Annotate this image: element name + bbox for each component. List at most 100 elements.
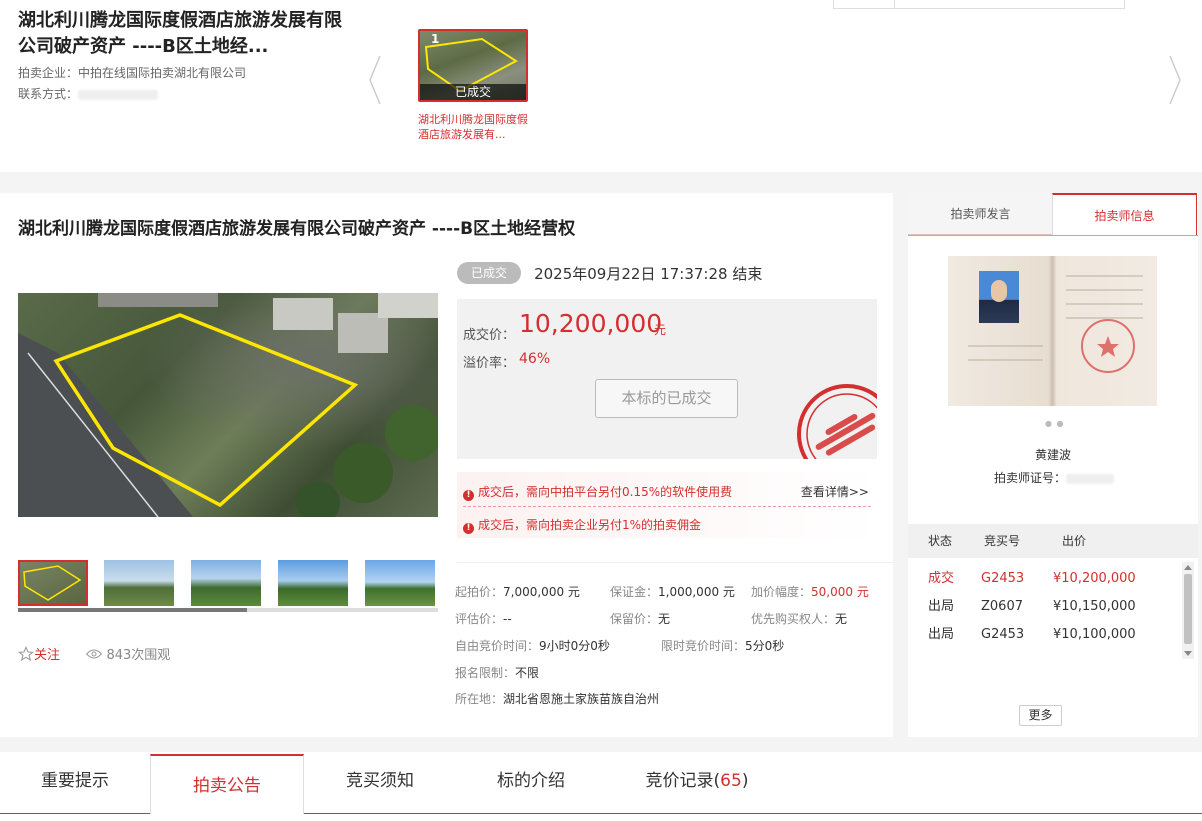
signup-value: 不限 xyxy=(515,666,540,680)
signup-limit: 报名限制：不限 xyxy=(455,664,539,681)
scroll-thumb[interactable] xyxy=(1184,574,1192,644)
tab-bid-records[interactable]: 竞价记录(65) xyxy=(607,752,787,813)
bid-records-count: 65 xyxy=(720,771,742,791)
tab-bidding-rules[interactable]: 竞买须知 xyxy=(305,752,455,813)
photo-thumbnail-strip xyxy=(18,560,438,608)
bid-status: 成交 xyxy=(928,571,955,586)
cert-redacted xyxy=(1066,473,1115,484)
photo-thumbnail-1[interactable] xyxy=(18,560,88,606)
bid-records-label: 竞价记录( xyxy=(645,771,721,791)
carousel-next-icon[interactable] xyxy=(1168,54,1182,106)
tab-important-notice[interactable]: 重要提示 xyxy=(0,752,150,813)
reserve-value: 无 xyxy=(658,612,671,626)
certificate-pager-dots[interactable]: ● ● xyxy=(1045,419,1065,428)
appraisal-label: 评估价： xyxy=(455,612,504,626)
reserve-label: 保留价： xyxy=(610,612,659,626)
bid-bidder: G2453 xyxy=(981,571,1025,586)
cert-label: 拍卖师证号： xyxy=(994,471,1067,485)
deal-price: 10,200,000 xyxy=(519,309,663,338)
bid-price: ¥10,100,000 xyxy=(1053,627,1136,642)
auctioneer-certificate-image[interactable] xyxy=(948,256,1157,406)
company-value: 中拍在线国际拍卖湖北有限公司 xyxy=(78,66,247,80)
increment-value: 50,000 元 xyxy=(811,585,869,599)
auctioneer-panel: 拍卖师发言 拍卖师信息 ● ● 黄建波 拍卖师证号： 状态 竞买号 出价 成交 … xyxy=(908,193,1198,737)
bid-bidder: G2453 xyxy=(981,627,1025,642)
photo-thumbnail-2[interactable] xyxy=(104,560,174,606)
thumbnail-scrollbar[interactable] xyxy=(18,608,438,612)
bid-bidder: Z0607 xyxy=(981,599,1023,614)
priority-value: 无 xyxy=(835,612,848,626)
notice-text-1: 成交后，需向中拍平台另付0.15%的软件使用费 xyxy=(478,485,733,499)
free-time-value: 9小时0分0秒 xyxy=(539,639,610,653)
scroll-down-icon[interactable] xyxy=(1184,651,1192,656)
premium-label: 溢价率： xyxy=(463,356,516,371)
increment-label: 加价幅度： xyxy=(751,585,812,599)
deposit-value: 1,000,000 元 xyxy=(658,585,735,599)
increment: 加价幅度：50,000 元 xyxy=(751,583,869,600)
bid-status: 出局 xyxy=(928,599,955,614)
star-icon[interactable] xyxy=(17,645,35,666)
eye-icon xyxy=(86,648,103,664)
tab-auctioneer-info[interactable]: 拍卖师信息 xyxy=(1052,193,1197,235)
top-strip: 湖北利川腾龙国际度假酒店旅游发展有限公司破产资产 ----B区土地经... 拍卖… xyxy=(0,0,1202,172)
scroll-up-icon[interactable] xyxy=(1184,565,1192,570)
notice-divider xyxy=(463,506,871,507)
auctioneer-cert-number: 拍卖师证号： xyxy=(994,469,1115,486)
bid-header-bidder: 竞买号 xyxy=(984,534,1021,548)
more-bids-button[interactable]: 更多 xyxy=(1019,705,1062,726)
status-badge: 已成交 xyxy=(457,262,521,284)
bid-list-scrollbar[interactable] xyxy=(1182,562,1194,659)
carousel-prev-icon[interactable] xyxy=(368,54,382,106)
auctioneer-name: 黄建波 xyxy=(1034,448,1071,462)
thumbnail-caption[interactable]: 湖北利川腾龙国际度假酒店旅游发展有... xyxy=(418,112,536,142)
tab-auction-announcement[interactable]: 拍卖公告 xyxy=(150,754,304,814)
carousel-lot-thumbnail[interactable]: 1 已成交 xyxy=(418,29,528,102)
thumbnail-scroll-thumb[interactable] xyxy=(18,608,247,612)
start-price-value: 7,000,000 元 xyxy=(503,585,580,599)
status-row: 已成交 2025年09月22日 17:37:28 结束 xyxy=(457,262,762,284)
deposit-label: 保证金： xyxy=(610,585,659,599)
bid-status: 出局 xyxy=(928,627,955,642)
appraisal: 评估价：-- xyxy=(455,610,512,627)
free-time-label: 自由竞价时间： xyxy=(455,639,540,653)
thumbnail-status: 已成交 xyxy=(420,84,526,100)
alert-icon: ! xyxy=(463,523,474,534)
free-bid-time: 自由竞价时间：9小时0分0秒 xyxy=(455,637,610,654)
photo-thumbnail-4[interactable] xyxy=(278,560,348,606)
page-title: 湖北利川腾龙国际度假酒店旅游发展有限公司破产资产 ----B区土地经营权 xyxy=(18,219,576,239)
location-label: 所在地： xyxy=(455,692,504,706)
tab-lot-introduction[interactable]: 标的介绍 xyxy=(455,752,607,813)
bid-row: 出局 Z0607 ¥10,150,000 xyxy=(908,593,1198,621)
photo-thumbnail-3[interactable] xyxy=(191,560,261,606)
bid-header-price: 出价 xyxy=(1062,534,1087,548)
social-actions: 关注 843次围观 xyxy=(17,644,170,666)
lot-detail-panel: 湖北利川腾龙国际度假酒店旅游发展有限公司破产资产 ----B区土地经营权 关注 … xyxy=(0,193,893,737)
limited-time-label: 限时竞价时间： xyxy=(661,639,746,653)
thumbnail-index: 1 xyxy=(431,32,440,46)
detail-tabs: 重要提示 拍卖公告 竞买须知 标的介绍 竞价记录(65) xyxy=(0,752,1202,821)
info-divider xyxy=(457,562,893,563)
follow-link[interactable]: 关注 xyxy=(34,648,60,663)
top-lot-title[interactable]: 湖北利川腾龙国际度假酒店旅游发展有限公司破产资产 ----B区土地经... xyxy=(18,8,348,60)
priority-buyer: 优先购买权人：无 xyxy=(751,610,847,627)
bid-header-status: 状态 xyxy=(928,534,953,548)
start-price-label: 起拍价： xyxy=(455,585,504,599)
sold-button[interactable]: 本标的已成交 xyxy=(595,379,738,418)
tab-auctioneer-speech[interactable]: 拍卖师发言 xyxy=(908,193,1053,235)
contact-label: 联系方式： xyxy=(18,87,79,101)
view-details-link[interactable]: 查看详情>> xyxy=(801,483,869,500)
top-search-bar[interactable] xyxy=(833,0,1125,9)
bid-row: 成交 G2453 ¥10,200,000 xyxy=(908,565,1198,593)
contact-info: 联系方式： xyxy=(18,85,159,102)
certificate-seal-icon xyxy=(968,275,1143,373)
reserve-price: 保留价：无 xyxy=(610,610,670,627)
appraisal-value: -- xyxy=(503,612,512,626)
deal-price-label: 成交价： xyxy=(463,328,516,343)
side-tabs: 拍卖师发言 拍卖师信息 xyxy=(908,193,1198,235)
photo-thumbnail-5[interactable] xyxy=(365,560,435,606)
company-label: 拍卖企业： xyxy=(18,66,79,80)
fee-notice: ! 成交后，需向中拍平台另付0.15%的软件使用费 查看详情>> ! 成交后，需向拍… xyxy=(457,472,877,538)
lot-main-photo[interactable] xyxy=(18,293,438,517)
alert-icon: ! xyxy=(463,490,474,501)
notice-text-2: 成交后，需向拍卖企业另付1%的拍卖佣金 xyxy=(478,518,702,532)
